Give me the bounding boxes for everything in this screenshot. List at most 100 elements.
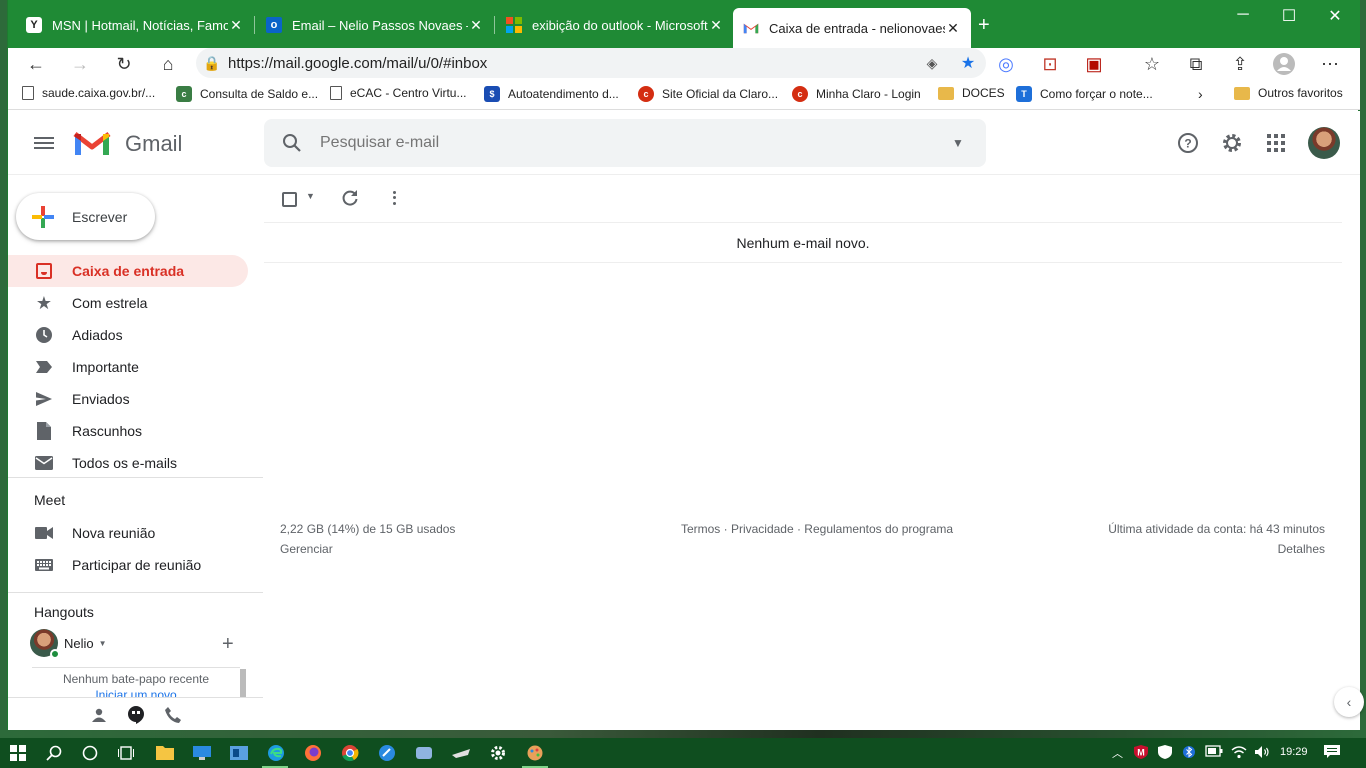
select-dropdown-icon[interactable]: ▼ (306, 191, 315, 201)
new-tab-button[interactable]: + (978, 14, 990, 37)
back-icon[interactable]: ← (22, 52, 50, 76)
nav-item-drafts[interactable]: Rascunhos (8, 415, 248, 447)
tab-outlook-email[interactable]: o Email – Nelio Passos Novaes – Outlook … (256, 8, 494, 42)
settings-more-icon[interactable]: ⋯ (1316, 52, 1344, 76)
bookmark-consulta[interactable]: c Consulta de Saldo e... (176, 86, 318, 102)
gmail-logo-icon[interactable] (72, 128, 112, 158)
hangouts-scrollbar[interactable] (240, 669, 246, 697)
side-panel-toggle-icon[interactable]: ‹ (1334, 687, 1364, 717)
extension-pdf-icon[interactable]: ▣ (1080, 52, 1108, 76)
gmail-wordmark[interactable]: Gmail (125, 131, 182, 157)
search-bar[interactable]: ▼ (264, 119, 986, 167)
wifi-icon[interactable] (1231, 745, 1247, 762)
favorites-icon[interactable]: ☆ (1138, 52, 1166, 76)
search-icon[interactable] (264, 133, 320, 153)
nav-item-snoozed[interactable]: Adiados (8, 319, 248, 351)
home-icon[interactable]: ⌂ (154, 52, 182, 76)
close-window-icon[interactable]: ✕ (1312, 6, 1358, 26)
search-icon[interactable] (44, 743, 64, 763)
monitor-app-icon[interactable] (192, 743, 212, 763)
settings-gear-icon[interactable] (1218, 129, 1246, 157)
chevron-down-icon[interactable]: ▼ (99, 639, 107, 648)
hangouts-chat-icon[interactable] (126, 705, 146, 725)
contacts-person-icon[interactable] (89, 705, 109, 725)
search-options-icon[interactable]: ▼ (930, 136, 986, 150)
share-icon[interactable]: ⇪ (1226, 52, 1254, 76)
nav-item-inbox[interactable]: Caixa de entrada (8, 255, 248, 287)
bluetooth-icon[interactable] (1183, 745, 1195, 762)
settings-gear-icon[interactable] (488, 743, 508, 763)
new-chat-plus-icon[interactable]: + (222, 633, 234, 656)
edge-browser-icon[interactable] (266, 743, 286, 763)
help-icon[interactable]: ? (1174, 129, 1202, 157)
nav-item-important[interactable]: Importante (8, 351, 248, 383)
outlook-app-icon[interactable] (229, 743, 249, 763)
tab-microsoft[interactable]: exibição do outlook - Microsoft ✕ (496, 8, 734, 42)
app-blue-circle-icon[interactable] (377, 743, 397, 763)
bookmark-autoatendimento[interactable]: $ Autoatendimento d... (484, 86, 619, 102)
file-explorer-icon[interactable] (155, 743, 175, 763)
close-tab-icon[interactable]: ✕ (228, 17, 244, 34)
meet-new-meeting[interactable]: Nova reunião (8, 517, 248, 549)
mail-list-toolbar: ▼ (264, 175, 1342, 223)
close-tab-icon[interactable]: ✕ (945, 20, 961, 37)
bookmark-claro[interactable]: c Site Oficial da Claro... (638, 86, 778, 102)
extension-circle-icon[interactable]: ◎ (992, 52, 1020, 76)
task-view-icon[interactable] (116, 743, 136, 763)
bookmark-folder-doces[interactable]: DOCES (938, 86, 1005, 100)
apps-grid-icon[interactable] (1262, 129, 1290, 157)
tray-expand-icon[interactable]: ︿ (1112, 745, 1123, 761)
close-tab-icon[interactable]: ✕ (708, 17, 724, 34)
profile-icon[interactable] (1270, 52, 1298, 76)
compose-button[interactable]: Escrever (16, 193, 155, 240)
bookmark-folder-outros[interactable]: Outros favoritos (1234, 86, 1343, 100)
url-text[interactable]: https://mail.google.com/mail/u/0/#inbox (228, 55, 914, 72)
nav-item-all-mail[interactable]: Todos os e-mails (8, 447, 248, 479)
select-all-checkbox[interactable] (282, 192, 297, 207)
more-options-icon[interactable] (384, 188, 404, 208)
volume-icon[interactable] (1254, 745, 1270, 762)
nav-item-sent[interactable]: Enviados (8, 383, 248, 415)
maximize-icon[interactable]: ☐ (1266, 6, 1312, 26)
minimize-icon[interactable]: ─ (1220, 6, 1266, 24)
address-bar[interactable]: 🔒 https://mail.google.com/mail/u/0/#inbo… (196, 48, 986, 78)
paint-app-icon[interactable] (525, 743, 545, 763)
extension-pocket-icon[interactable]: ⊡ (1036, 52, 1064, 76)
bookmark-minha-claro[interactable]: c Minha Claro - Login (792, 86, 921, 102)
app-cloud-icon[interactable] (414, 743, 434, 763)
app-glider-icon[interactable] (451, 743, 471, 763)
main-menu-icon[interactable] (30, 131, 58, 155)
collections-icon[interactable]: ⧉ (1182, 52, 1210, 76)
forward-icon[interactable]: → (66, 52, 94, 76)
firefox-icon[interactable] (303, 743, 323, 763)
taskbar-clock[interactable]: 19:29 (1280, 746, 1308, 758)
footer-links[interactable]: Termos · Privacidade · Regulamentos do p… (620, 519, 1014, 539)
hangouts-user[interactable]: Nelio ▼ (30, 629, 107, 659)
tab-msn[interactable]: Y MSN | Hotmail, Notícias, Famosos ✕ (16, 8, 254, 42)
security-shield-icon[interactable] (1158, 745, 1172, 762)
antivirus-shield-icon[interactable]: M (1134, 745, 1148, 762)
notifications-icon[interactable] (1324, 745, 1340, 762)
manage-storage-link[interactable]: Gerenciar (280, 539, 455, 559)
bookmark-como-forcar[interactable]: T Como forçar o note... (1016, 86, 1153, 102)
lock-icon[interactable]: 🔒 (196, 55, 228, 72)
details-link[interactable]: Detalhes (1018, 539, 1325, 559)
battery-icon[interactable] (1205, 745, 1223, 760)
search-input[interactable] (320, 134, 930, 152)
phone-icon[interactable] (163, 705, 183, 725)
refresh-mail-icon[interactable] (340, 188, 360, 208)
cortana-icon[interactable] (80, 743, 100, 763)
meet-join-meeting[interactable]: Participar de reunião (8, 549, 248, 581)
chrome-icon[interactable] (340, 743, 360, 763)
favorite-star-icon[interactable]: ★ (950, 53, 986, 73)
refresh-icon[interactable]: ↻ (110, 52, 138, 76)
nav-item-starred[interactable]: ★ Com estrela (8, 287, 248, 319)
bookmark-ecac[interactable]: eCAC - Centro Virtu... (330, 86, 466, 100)
windows-start-icon[interactable] (8, 743, 28, 763)
account-avatar[interactable] (1308, 127, 1340, 159)
tab-gmail-inbox[interactable]: Caixa de entrada - nelionovaes@ ✕ (733, 8, 971, 48)
tracking-prevention-icon[interactable]: ◈ (914, 55, 950, 72)
close-tab-icon[interactable]: ✕ (468, 17, 484, 34)
bookmark-saude[interactable]: saude.caixa.gov.br/... (22, 86, 155, 100)
bookmarks-overflow-icon[interactable]: › (1198, 86, 1203, 102)
